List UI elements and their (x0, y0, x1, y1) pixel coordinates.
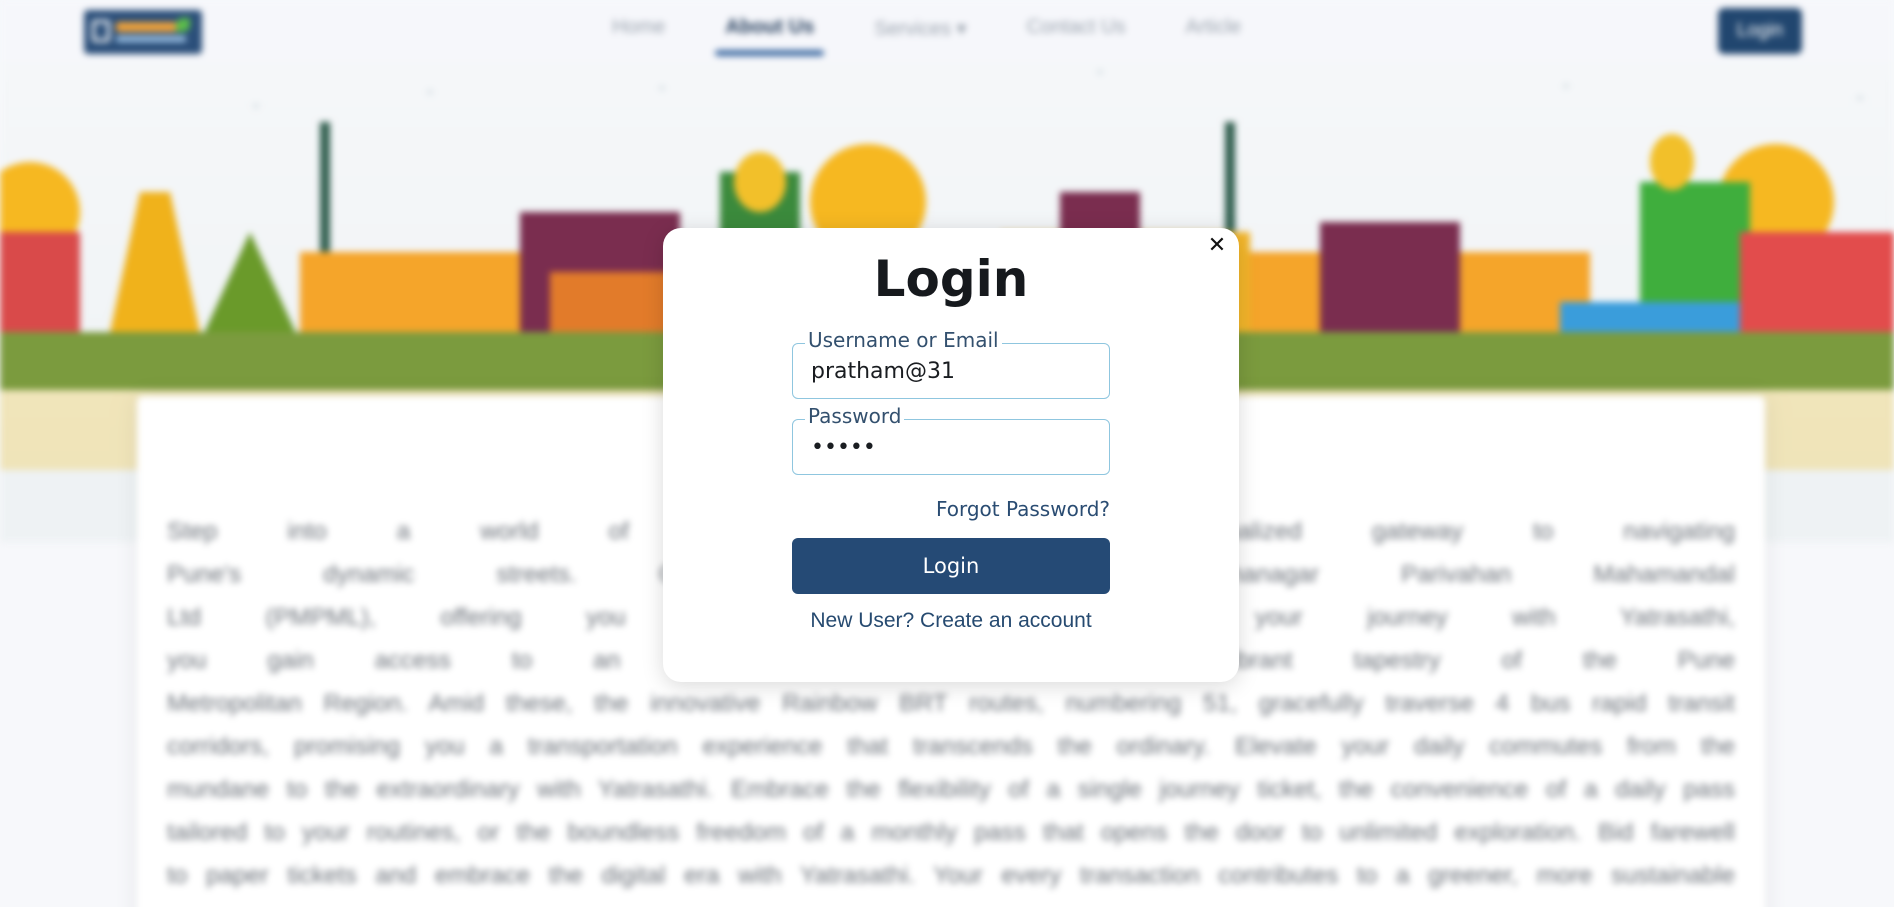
logo-icon[interactable] (84, 10, 202, 54)
nav-login-button[interactable]: Login (1718, 8, 1802, 54)
login-submit-button[interactable]: Login (792, 538, 1110, 594)
about-line: tailored to your routines, or the boundl… (167, 819, 1735, 846)
about-line: to paper tickets and embrace the digital… (167, 862, 1735, 889)
about-line: Metropolitan Region. Amid these, the inn… (167, 690, 1735, 717)
about-line: mundane to the extraordinary with Yatras… (167, 776, 1735, 803)
nav-contact-us[interactable]: Contact Us (1027, 16, 1126, 41)
forgot-password-link[interactable]: Forgot Password? (934, 497, 1110, 521)
password-input[interactable] (811, 432, 1091, 462)
nav-home[interactable]: Home (612, 16, 665, 41)
navbar: Home About Us Services ▾ Contact Us Arti… (0, 0, 1894, 62)
nav-links: Home About Us Services ▾ Contact Us Arti… (612, 16, 1301, 56)
username-label: Username or Email (805, 329, 1002, 351)
modal-title: Login (873, 250, 1029, 308)
nav-services-label: Services (874, 18, 951, 40)
password-label: Password (805, 405, 905, 427)
nav-about-us[interactable]: About Us (715, 16, 825, 56)
chevron-down-icon: ▾ (956, 18, 967, 40)
nav-services[interactable]: Services ▾ (874, 16, 966, 41)
about-line: corridors, promising you a transportatio… (167, 733, 1735, 760)
password-field: Password (792, 405, 1110, 475)
create-account-link[interactable]: New User? Create an account (663, 609, 1239, 633)
nav-article[interactable]: Article (1186, 16, 1242, 41)
username-field: Username or Email (792, 329, 1110, 399)
username-input[interactable] (811, 356, 1091, 386)
